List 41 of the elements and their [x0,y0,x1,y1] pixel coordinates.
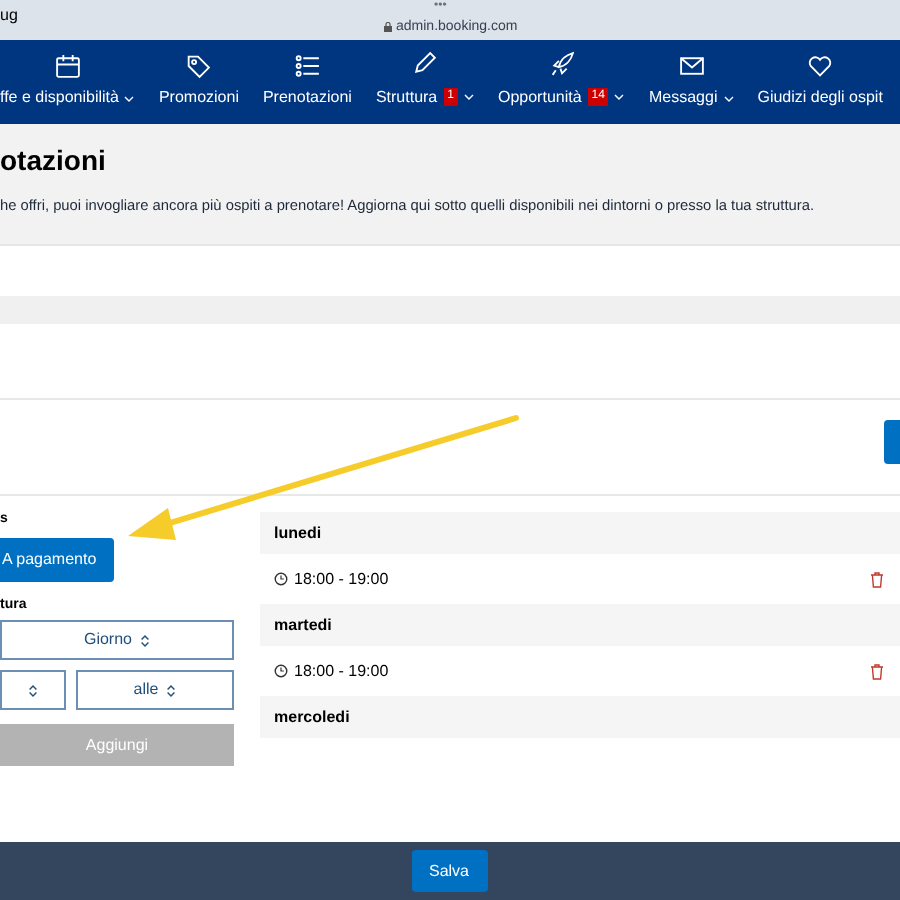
day-heading: martedi [260,604,900,646]
day-heading: mercoledi [260,696,900,738]
heart-icon [806,52,835,80]
nav-label: Promozioni [158,90,239,106]
envelope-icon [677,52,706,80]
trash-icon[interactable] [870,571,884,587]
pencil-icon [410,50,439,78]
nav-label: Giudizi degli ospit [757,90,883,106]
paid-button[interactable]: A pagamento [0,538,114,582]
nav-label: Prenotazioni [262,90,352,106]
nav-label: Struttura [375,89,438,105]
updown-icon [28,683,38,697]
nav-item[interactable]: Promozioni [158,52,239,106]
day-heading: lunedi [260,512,900,554]
time-slot: 18:00 - 19:00 [294,659,389,683]
updown-icon [140,633,150,647]
day-select[interactable]: Giorno [0,620,234,660]
nav-label: Messaggi [648,90,718,106]
nav-item[interactable]: Messaggi [648,52,734,106]
select-value: Giorno [83,628,132,652]
time-slot: 18:00 - 19:00 [294,567,389,591]
save-button[interactable]: Salva [411,850,487,892]
nav-item[interactable]: ffe e disponibilità [0,52,135,106]
rocket-icon [547,50,576,78]
tag-icon [184,52,213,80]
lock-icon [384,22,392,32]
nav-item[interactable]: Prenotazioni [262,52,352,106]
select-value: alle [133,678,159,702]
nav-label: Opportunità [497,89,582,105]
status-text: ug [0,4,18,28]
trash-icon[interactable] [870,663,884,679]
clock-icon [274,664,288,678]
nav-label: ffe e disponibilità [0,90,119,106]
clock-icon [274,572,288,586]
updown-icon [166,683,177,697]
page-title: otazioni [0,144,108,179]
start-time-select[interactable] [0,670,66,710]
end-time-select[interactable]: alle [76,670,234,710]
calendar-icon [53,52,82,80]
list-icon [293,52,322,80]
nav-item[interactable]: Giudizi degli ospit [757,52,883,106]
